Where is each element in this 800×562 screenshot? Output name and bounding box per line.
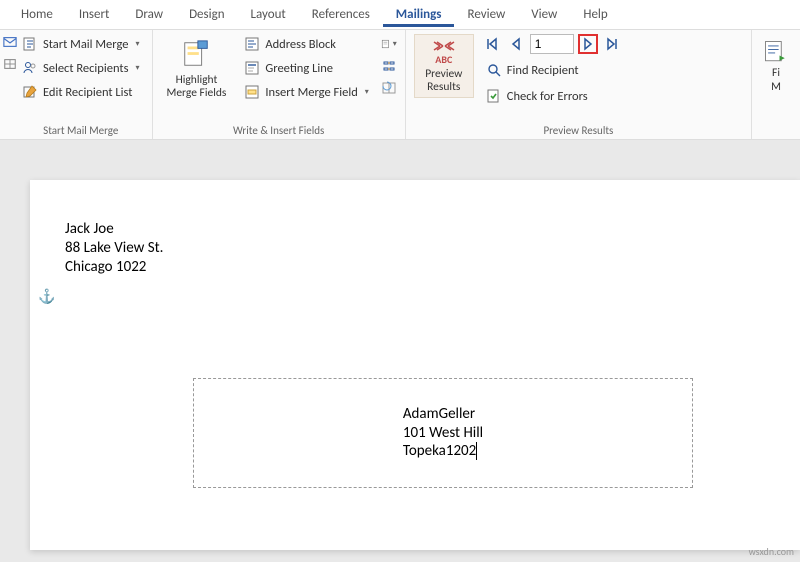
preview-arrows-icon xyxy=(431,39,457,53)
finish-merge-icon xyxy=(762,38,790,66)
record-number-input[interactable] xyxy=(530,34,574,54)
return-line2: 88 Lake View St. xyxy=(65,239,800,258)
return-address[interactable]: Jack Joe 88 Lake View St. Chicago 1022 xyxy=(65,220,800,276)
tab-help[interactable]: Help xyxy=(570,2,620,27)
finish-label: Fi xyxy=(772,66,780,80)
group-start-mail-merge: Start Mail Merge ▾ Select Recipients ▾ E… xyxy=(10,30,153,139)
tab-design[interactable]: Design xyxy=(176,2,237,27)
recipient-line3: Topeka1202 xyxy=(403,442,476,460)
recipient-address[interactable]: AdamGeller 101 West Hill Topeka1202 xyxy=(403,405,483,461)
record-navigation xyxy=(482,34,622,54)
preview-results-button[interactable]: ABC Preview Results xyxy=(414,34,474,98)
highlight-merge-fields-button[interactable]: Highlight Merge Fields xyxy=(161,34,233,104)
document-canvas[interactable]: Jack Joe 88 Lake View St. Chicago 1022 ⚓… xyxy=(0,140,800,562)
recipient-line2: 101 West Hill xyxy=(403,424,483,443)
watermark: wsxdn.com xyxy=(749,545,794,558)
group-finish: Fi M xyxy=(752,30,800,139)
tab-layout[interactable]: Layout xyxy=(238,2,299,27)
edit-recipient-list-label: Edit Recipient List xyxy=(43,85,133,100)
tab-review[interactable]: Review xyxy=(454,2,518,27)
mail-merge-icon xyxy=(22,36,38,52)
ribbon-edge-left xyxy=(0,30,10,139)
next-record-button[interactable] xyxy=(578,34,598,54)
chevron-down-icon: ▾ xyxy=(135,63,139,73)
update-labels-icon[interactable] xyxy=(381,80,397,96)
select-recipients-label: Select Recipients xyxy=(43,61,128,76)
last-record-button[interactable] xyxy=(602,34,622,54)
group-label-write: Write & Insert Fields xyxy=(161,122,397,137)
start-mail-merge-label: Start Mail Merge xyxy=(43,37,128,52)
preview-abc-label: ABC xyxy=(435,53,452,66)
edit-recipient-list-button[interactable]: Edit Recipient List xyxy=(18,82,144,102)
envelope-page[interactable]: Jack Joe 88 Lake View St. Chicago 1022 ⚓… xyxy=(30,180,800,550)
find-recipient-label: Find Recipient xyxy=(507,63,579,78)
return-line1: Jack Joe xyxy=(65,220,800,239)
check-errors-button[interactable]: Check for Errors xyxy=(482,86,622,106)
group-label-preview: Preview Results xyxy=(414,122,743,137)
greeting-line-label: Greeting Line xyxy=(265,61,333,76)
check-errors-icon xyxy=(486,88,502,104)
chevron-down-icon: ▾ xyxy=(365,87,369,97)
group-write-insert: Highlight Merge Fields Address Block Gre… xyxy=(153,30,406,139)
ribbon-tab-bar: Home Insert Draw Design Layout Reference… xyxy=(0,0,800,30)
greeting-line-button[interactable]: Greeting Line xyxy=(240,58,372,78)
finish-sub: M xyxy=(771,80,781,94)
tab-insert[interactable]: Insert xyxy=(66,2,123,27)
tab-references[interactable]: References xyxy=(299,2,383,27)
edit-list-icon xyxy=(22,84,38,100)
preview-results-label: Preview Results xyxy=(425,68,462,93)
group-label-start: Start Mail Merge xyxy=(18,122,144,137)
recipients-icon xyxy=(22,60,38,76)
group-preview-results: ABC Preview Results Find Recipient C xyxy=(406,30,752,139)
greeting-icon xyxy=(244,60,260,76)
check-errors-label: Check for Errors xyxy=(507,89,588,104)
insert-field-icon xyxy=(244,84,260,100)
text-cursor xyxy=(476,442,477,460)
tab-draw[interactable]: Draw xyxy=(122,2,176,27)
select-recipients-button[interactable]: Select Recipients ▾ xyxy=(18,58,144,78)
tab-view[interactable]: View xyxy=(518,2,570,27)
highlight-fields-icon xyxy=(180,38,212,70)
insert-merge-field-button[interactable]: Insert Merge Field ▾ xyxy=(240,82,372,102)
search-icon xyxy=(486,62,502,78)
start-mail-merge-button[interactable]: Start Mail Merge ▾ xyxy=(18,34,144,54)
address-block-icon xyxy=(244,36,260,52)
rules-icon[interactable]: ▾ xyxy=(381,36,397,52)
highlight-fields-label: Highlight Merge Fields xyxy=(167,74,227,100)
tab-mailings[interactable]: Mailings xyxy=(383,2,455,27)
anchor-icon: ⚓ xyxy=(38,288,55,305)
ribbon: Start Mail Merge ▾ Select Recipients ▾ E… xyxy=(0,30,800,140)
tab-home[interactable]: Home xyxy=(8,2,66,27)
insert-merge-field-label: Insert Merge Field xyxy=(265,85,357,100)
prev-record-button[interactable] xyxy=(506,34,526,54)
chevron-down-icon: ▾ xyxy=(135,39,139,49)
recipient-line1: AdamGeller xyxy=(403,405,483,424)
first-record-button[interactable] xyxy=(482,34,502,54)
address-block-button[interactable]: Address Block xyxy=(240,34,372,54)
address-block-label: Address Block xyxy=(265,37,336,52)
finish-merge-button[interactable]: Fi M xyxy=(760,34,792,98)
find-recipient-button[interactable]: Find Recipient xyxy=(482,60,622,80)
return-line3: Chicago 1022 xyxy=(65,258,800,277)
match-fields-icon[interactable] xyxy=(381,58,397,74)
recipient-address-frame[interactable]: AdamGeller 101 West Hill Topeka1202 xyxy=(193,378,693,488)
